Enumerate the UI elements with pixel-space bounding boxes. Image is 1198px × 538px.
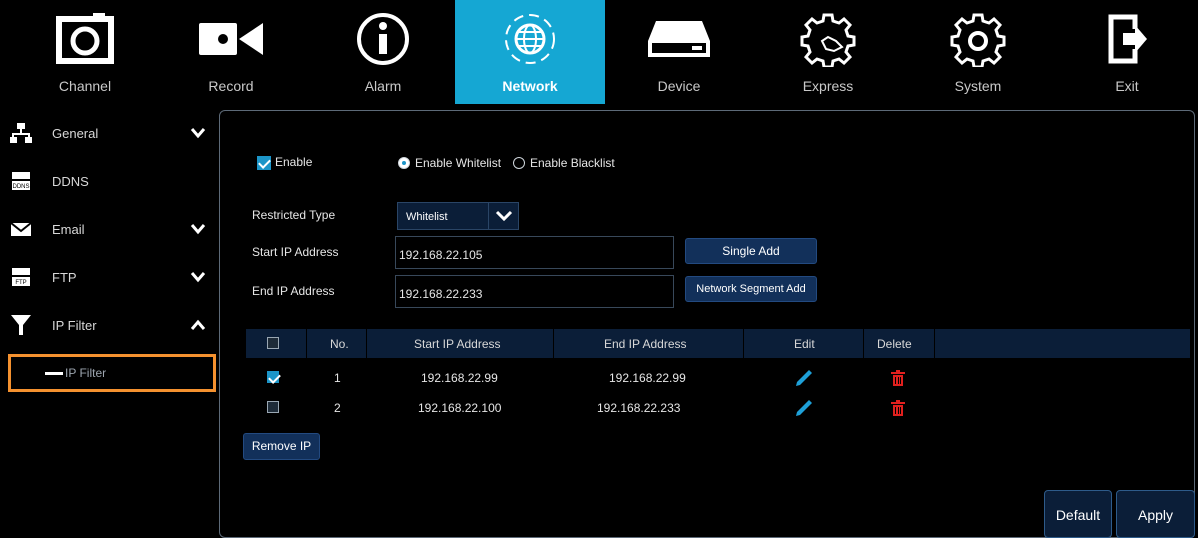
- sidebar-subitem-ip-filter[interactable]: IP Filter: [8, 354, 216, 392]
- end-ip-input[interactable]: 192.168.22.233: [395, 275, 674, 308]
- divider: [366, 329, 367, 358]
- table-row: 1 192.168.22.99 192.168.22.99: [246, 363, 936, 393]
- start-ip-input[interactable]: 192.168.22.105: [395, 236, 674, 269]
- sidebar-item-label: FTP: [52, 270, 77, 285]
- nav-alarm[interactable]: Alarm: [308, 0, 458, 104]
- camera-icon: [10, 10, 160, 68]
- divider: [863, 329, 864, 358]
- nav-device[interactable]: Device: [604, 0, 754, 104]
- row-checkbox[interactable]: [267, 371, 279, 383]
- chevron-down-icon[interactable]: [190, 270, 206, 284]
- video-camera-icon: [156, 10, 306, 68]
- divider: [553, 329, 554, 358]
- nav-alarm-label: Alarm: [364, 78, 402, 94]
- info-icon: [308, 10, 458, 68]
- divider: [934, 329, 935, 358]
- nav-system[interactable]: System: [903, 0, 1053, 104]
- pencil-icon[interactable]: [795, 399, 813, 417]
- sidebar-item-ip-filter[interactable]: IP Filter: [0, 302, 218, 350]
- sidebar: General DDNS DDNS Email FTP FTP IP Filte…: [0, 110, 218, 538]
- nav-record-label: Record: [208, 78, 254, 94]
- gear-hand-icon: [753, 10, 903, 68]
- row-checkbox[interactable]: [267, 401, 279, 413]
- end-ip-label: End IP Address: [252, 284, 335, 298]
- nav-record[interactable]: Record: [156, 0, 306, 104]
- table-row: 2 192.168.22.100 192.168.22.233: [246, 393, 936, 423]
- nav-device-label: Device: [657, 78, 701, 94]
- row-end-ip: 192.168.22.233: [597, 401, 681, 415]
- sidebar-item-label: IP Filter: [52, 318, 97, 333]
- end-ip-value: 192.168.22.233: [399, 287, 483, 301]
- header-end-ip: End IP Address: [604, 337, 687, 351]
- nav-express[interactable]: Express: [753, 0, 903, 104]
- trash-icon[interactable]: [891, 370, 905, 386]
- restricted-type-label: Restricted Type: [252, 208, 336, 222]
- nav-channel[interactable]: Channel: [10, 0, 160, 104]
- enable-label: Enable: [275, 155, 313, 169]
- exit-icon: [1052, 10, 1198, 68]
- whitelist-radio[interactable]: [398, 157, 410, 169]
- single-add-button[interactable]: Single Add: [685, 238, 817, 264]
- envelope-icon: [10, 222, 32, 236]
- nav-exit[interactable]: Exit: [1052, 0, 1198, 104]
- sidebar-item-label: General: [52, 126, 99, 141]
- chevron-down-icon[interactable]: [190, 222, 206, 236]
- divider: [743, 329, 744, 358]
- network-tree-icon: [10, 123, 32, 143]
- sidebar-item-label: DDNS: [52, 174, 89, 189]
- svg-text:DDNS: DDNS: [12, 184, 29, 190]
- header-no: No.: [330, 337, 349, 351]
- row-no: 1: [334, 371, 341, 385]
- globe-icon: [455, 10, 605, 68]
- top-navigation: Channel Record Alarm Network Device Expr…: [0, 0, 1198, 104]
- row-start-ip: 192.168.22.100: [418, 401, 502, 415]
- restricted-type-value: Whitelist: [406, 211, 448, 223]
- sidebar-item-email[interactable]: Email: [0, 206, 218, 254]
- select-all-checkbox[interactable]: [267, 337, 279, 349]
- header-start-ip: Start IP Address: [414, 337, 501, 351]
- header-edit: Edit: [794, 337, 815, 351]
- sidebar-item-general[interactable]: General: [0, 110, 218, 158]
- default-button[interactable]: Default: [1044, 490, 1112, 538]
- whitelist-label: Enable Whitelist: [415, 156, 502, 170]
- dash-icon: [45, 372, 63, 375]
- sidebar-item-ftp[interactable]: FTP FTP: [0, 254, 218, 302]
- start-ip-value: 192.168.22.105: [399, 248, 483, 262]
- row-start-ip: 192.168.22.99: [421, 371, 498, 385]
- apply-button[interactable]: Apply: [1116, 490, 1195, 538]
- sidebar-subitem-label: IP Filter: [65, 366, 107, 380]
- chevron-up-icon[interactable]: [190, 318, 206, 332]
- row-end-ip: 192.168.22.99: [609, 371, 686, 385]
- nav-express-label: Express: [802, 78, 854, 94]
- gear-icon: [903, 10, 1053, 68]
- nav-channel-label: Channel: [58, 78, 112, 94]
- divider: [306, 329, 307, 358]
- blacklist-label: Enable Blacklist: [530, 156, 615, 170]
- nav-exit-label: Exit: [1115, 78, 1139, 94]
- enable-checkbox[interactable]: [257, 156, 271, 170]
- filter-icon: [11, 315, 31, 335]
- svg-text:FTP: FTP: [15, 280, 26, 286]
- network-segment-add-button[interactable]: Network Segment Add: [685, 276, 817, 302]
- trash-icon[interactable]: [891, 400, 905, 416]
- start-ip-label: Start IP Address: [252, 245, 339, 259]
- restricted-type-select[interactable]: Whitelist: [397, 202, 519, 230]
- nav-network[interactable]: Network: [455, 0, 605, 104]
- ddns-icon: DDNS: [12, 172, 30, 190]
- blacklist-radio[interactable]: [513, 157, 525, 169]
- ftp-icon: FTP: [12, 268, 30, 286]
- pencil-icon[interactable]: [795, 369, 813, 387]
- row-no: 2: [334, 401, 341, 415]
- ip-filter-panel: Enable Enable Whitelist Enable Blacklist…: [219, 110, 1195, 538]
- header-delete: Delete: [877, 337, 912, 351]
- sidebar-item-label: Email: [52, 222, 85, 237]
- remove-ip-button[interactable]: Remove IP: [243, 433, 320, 460]
- nav-system-label: System: [954, 78, 1002, 94]
- chevron-down-icon[interactable]: [190, 126, 206, 140]
- table-header: No. Start IP Address End IP Address Edit…: [246, 329, 1190, 358]
- hard-drive-icon: [604, 10, 754, 68]
- chevron-down-icon: [488, 203, 518, 229]
- sidebar-item-ddns[interactable]: DDNS DDNS: [0, 158, 218, 206]
- nav-network-label: Network: [502, 78, 558, 94]
